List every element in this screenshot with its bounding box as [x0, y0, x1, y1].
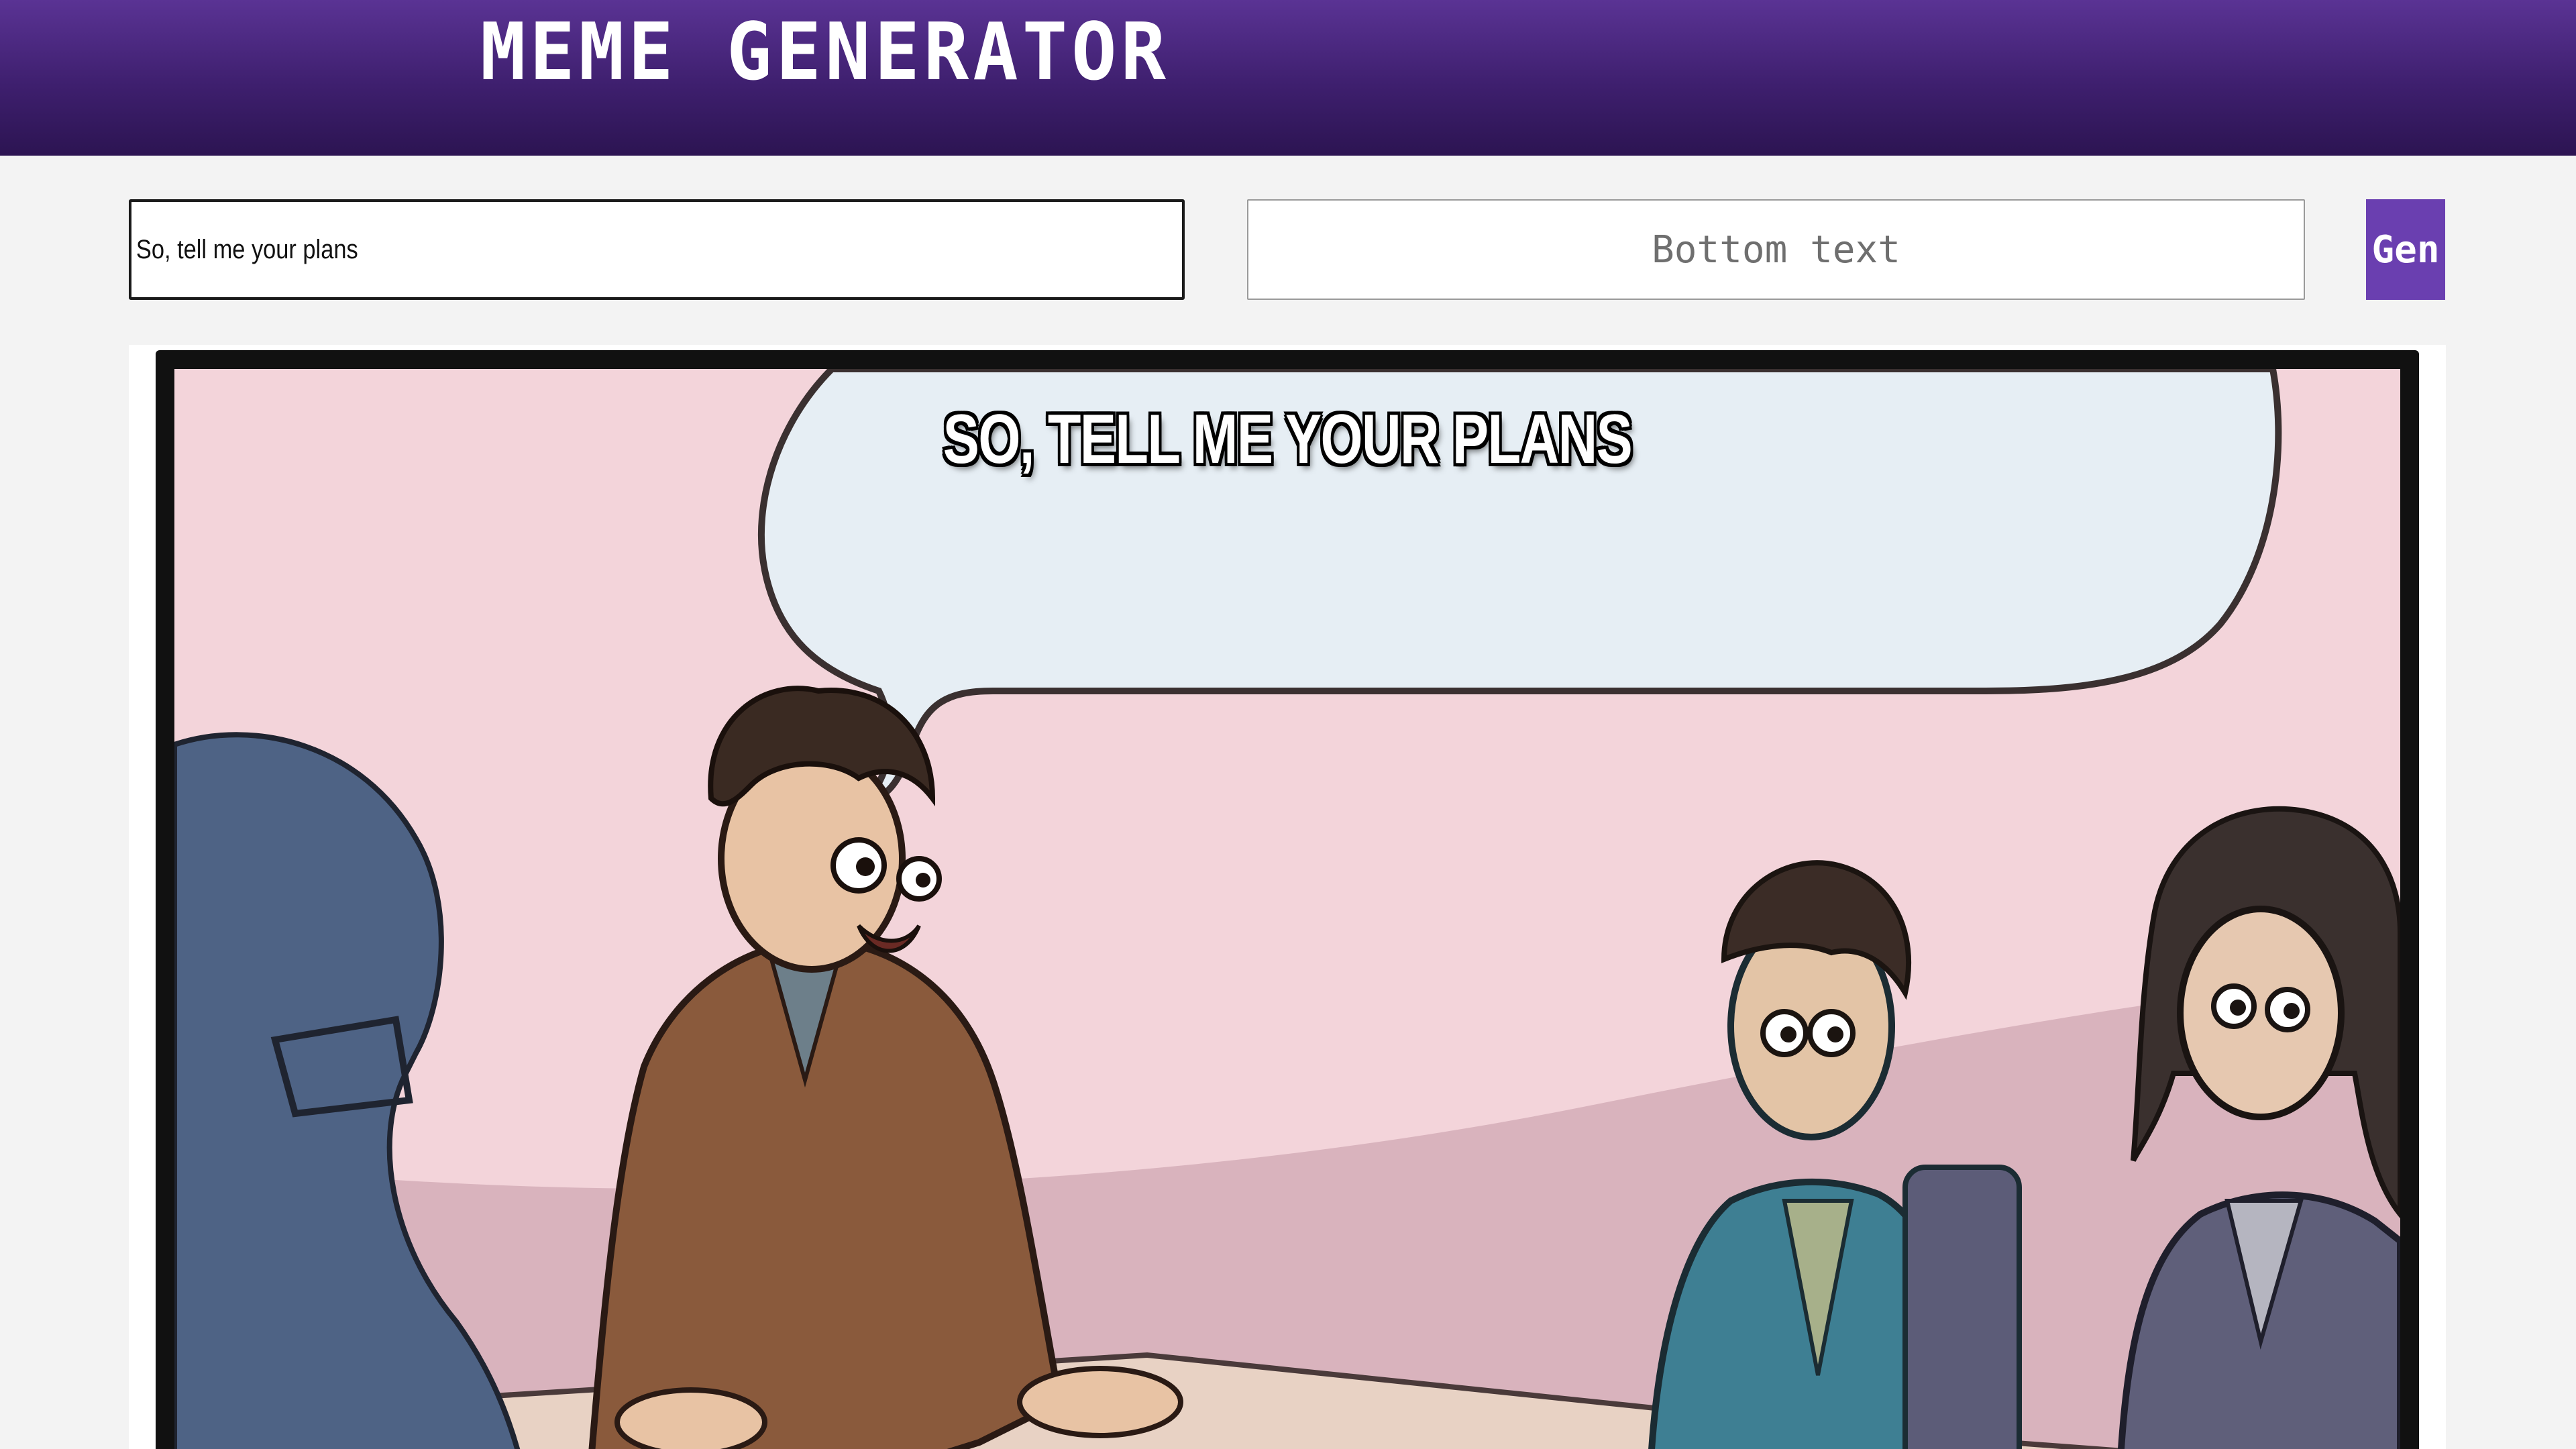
top-text-field[interactable]	[129, 199, 1185, 300]
app-title: MEME GENERATOR	[480, 6, 1171, 99]
app-header: MEME GENERATOR	[0, 0, 2576, 156]
generate-button[interactable]: Gen	[2366, 199, 2445, 300]
boardroom-comic-illustration	[174, 369, 2400, 1449]
bottom-text-input[interactable]	[1248, 201, 2304, 299]
meme-image: SO, TELL ME YOUR PLANS	[156, 350, 2419, 1449]
meme-preview: SO, TELL ME YOUR PLANS	[129, 345, 2446, 1449]
bottom-text-field[interactable]	[1247, 199, 2305, 300]
meme-top-caption: SO, TELL ME YOUR PLANS	[943, 400, 1633, 478]
top-text-input[interactable]	[131, 202, 1180, 297]
